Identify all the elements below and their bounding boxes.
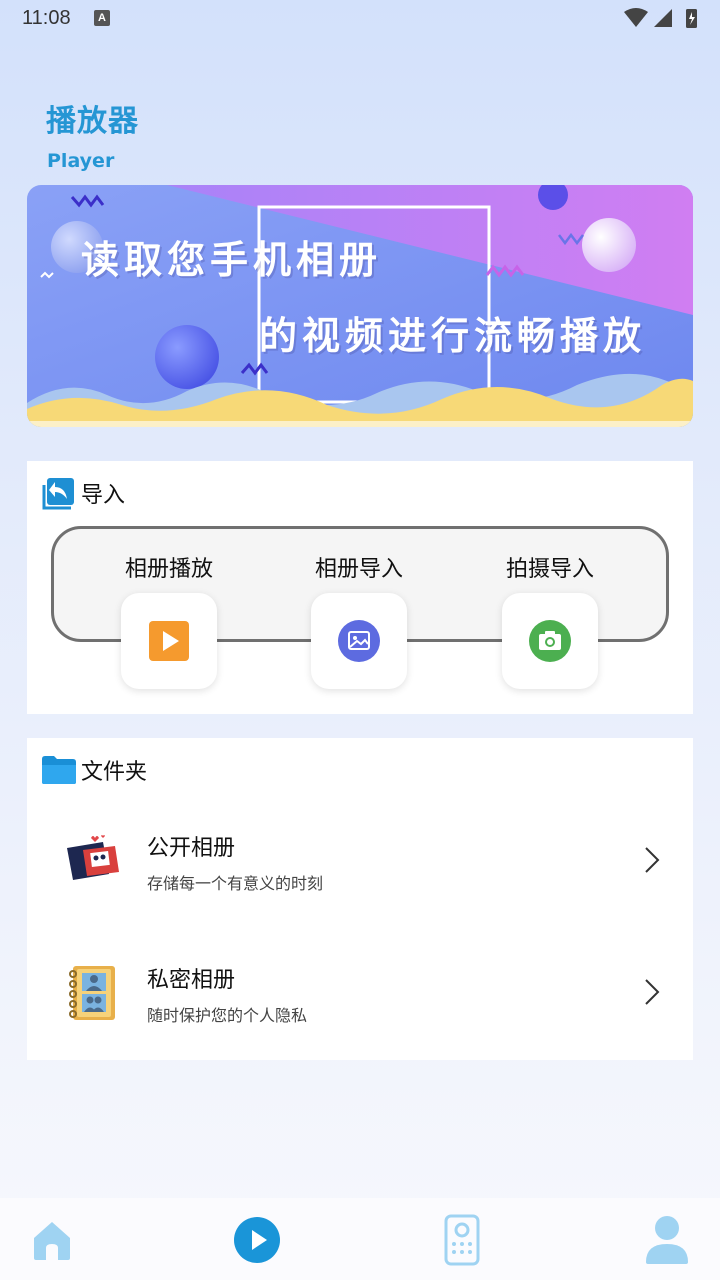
contact-book-icon xyxy=(69,966,115,1020)
notification-icon: A xyxy=(94,10,110,26)
promo-banner[interactable]: 读取您手机相册 的视频进行流畅播放 xyxy=(27,185,693,427)
album-import-action[interactable]: 相册导入 xyxy=(294,551,424,689)
album-play-action[interactable]: 相册播放 xyxy=(104,551,234,689)
public-album-row[interactable]: 公开相册 存储每一个有意义的时刻 xyxy=(27,800,693,920)
camera-icon xyxy=(529,620,571,662)
album-play-label: 相册播放 xyxy=(124,557,213,582)
camera-import-button[interactable] xyxy=(502,593,598,689)
nav-remote[interactable] xyxy=(434,1212,490,1268)
status-icons xyxy=(624,8,697,28)
app-title: 播放器 xyxy=(46,104,139,139)
app-subtitle: Player xyxy=(47,150,115,172)
image-icon xyxy=(338,620,380,662)
private-album-name: 私密相册 xyxy=(147,968,236,993)
banner-headline-1: 读取您手机相册 xyxy=(81,238,383,282)
photo-album-icon xyxy=(67,835,119,880)
status-time: 11:08 xyxy=(22,7,71,29)
signal-icon xyxy=(654,9,672,27)
chevron-right-icon[interactable] xyxy=(641,845,663,875)
banner-headline-2: 的视频进行流畅播放 xyxy=(259,314,647,358)
folder-header: 文件夹 xyxy=(41,752,147,788)
play-circle-icon xyxy=(234,1217,280,1263)
public-album-name: 公开相册 xyxy=(147,836,236,861)
folder-title: 文件夹 xyxy=(81,760,148,785)
nav-home[interactable] xyxy=(24,1212,80,1268)
chevron-right-icon[interactable] xyxy=(641,977,663,1007)
nav-player[interactable] xyxy=(229,1212,285,1268)
nav-profile[interactable] xyxy=(639,1212,695,1268)
play-icon xyxy=(149,621,189,661)
bottom-navigation xyxy=(0,1198,720,1280)
album-import-label: 相册导入 xyxy=(314,557,403,582)
wifi-icon xyxy=(624,8,648,27)
user-icon xyxy=(646,1216,688,1264)
album-play-button[interactable] xyxy=(121,593,217,689)
folder-icon xyxy=(42,756,76,784)
folder-card: 文件夹 公开相册 存储每一个有意义的时刻 私密相册 随时保护您的个人隐私 xyxy=(27,738,693,1060)
import-arrow-icon xyxy=(42,478,74,510)
import-header: 导入 xyxy=(41,475,125,511)
camera-import-action[interactable]: 拍摄导入 xyxy=(485,551,615,689)
camera-import-label: 拍摄导入 xyxy=(505,557,594,582)
public-album-description: 存储每一个有意义的时刻 xyxy=(147,874,324,893)
remote-icon xyxy=(444,1214,480,1266)
home-icon xyxy=(34,1222,70,1260)
private-album-row[interactable]: 私密相册 随时保护您的个人隐私 xyxy=(27,932,693,1052)
status-bar: 11:08 A xyxy=(0,0,720,36)
album-import-button[interactable] xyxy=(311,593,407,689)
import-card: 导入 相册播放 相册导入 拍摄导入 xyxy=(27,461,693,714)
import-title: 导入 xyxy=(81,483,126,508)
private-album-description: 随时保护您的个人隐私 xyxy=(147,1006,308,1025)
